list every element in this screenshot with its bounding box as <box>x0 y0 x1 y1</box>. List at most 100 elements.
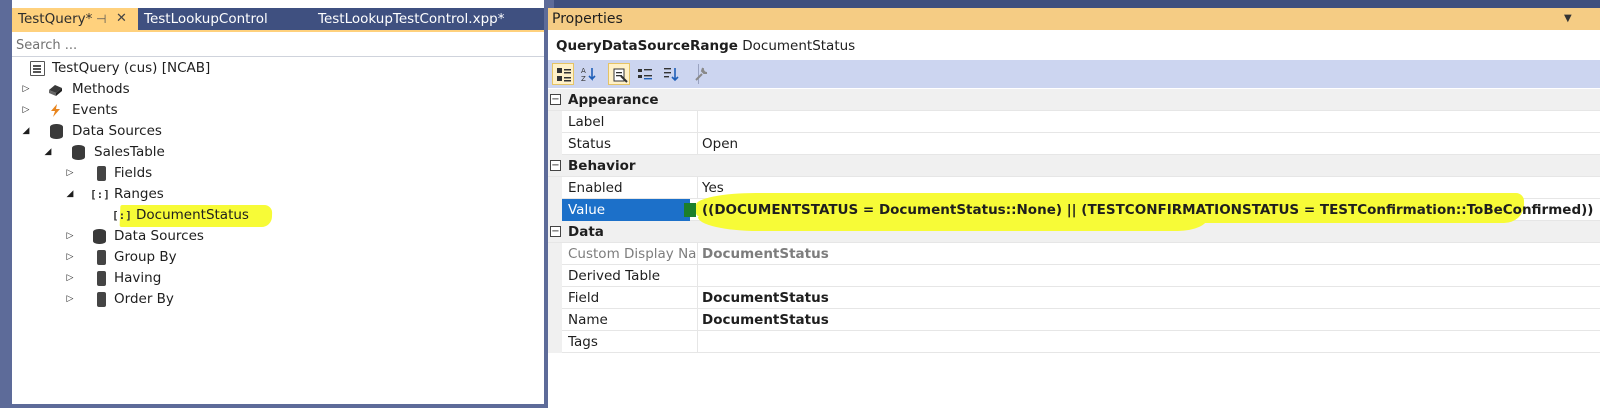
collapse-icon[interactable]: − <box>550 94 561 105</box>
expand-icon[interactable]: ▷ <box>64 268 76 289</box>
property-value[interactable]: DocumentStatus <box>702 287 829 309</box>
tree-item-having[interactable]: ▷ Having <box>12 268 544 289</box>
property-row-value[interactable]: Value ((DOCUMENTSTATUS = DocumentStatus:… <box>548 193 1600 231</box>
properties-icon <box>613 68 628 83</box>
alphabetical-button[interactable]: AZ <box>578 63 600 85</box>
categorized-icon <box>557 68 571 82</box>
expand-icon[interactable]: ▷ <box>20 79 32 100</box>
property-value[interactable]: DocumentStatus <box>702 243 829 265</box>
tree-item-methods[interactable]: ▷ Methods <box>12 79 544 100</box>
category-label: Behavior <box>568 158 636 174</box>
row-margin <box>548 177 562 199</box>
svg-text:A: A <box>581 67 586 75</box>
tree-item-order-by[interactable]: ▷ Order By <box>12 289 544 310</box>
column-divider <box>697 243 698 265</box>
database-icon <box>93 229 106 244</box>
property-row-custom-display-name[interactable]: Custom Display Name DocumentStatus <box>548 243 1600 265</box>
tree-item-label: DocumentStatus <box>136 207 249 223</box>
pin-icon[interactable]: ⊣ <box>96 8 106 30</box>
tree-item-label: Data Sources <box>114 228 204 244</box>
field-icon <box>97 250 106 265</box>
expand-icon[interactable]: ▷ <box>64 226 76 247</box>
tree-item-label: Events <box>72 102 118 118</box>
tab-testquery[interactable]: TestQuery* ⊣ ✕ <box>12 8 138 30</box>
row-margin <box>548 199 562 221</box>
tree-item-label: Order By <box>114 291 174 307</box>
category-behavior[interactable]: − Behavior <box>548 155 1600 177</box>
tree-item-ranges[interactable]: ◢ [:] Ranges <box>12 184 544 205</box>
close-icon[interactable]: ✕ <box>116 8 127 30</box>
wrench-icon <box>695 67 708 81</box>
tree-item-label: Group By <box>114 249 177 265</box>
sort-button[interactable] <box>660 63 682 85</box>
row-margin <box>548 287 562 309</box>
property-row-label[interactable]: Label <box>548 111 1600 133</box>
tree-item-documentstatus[interactable]: [:] DocumentStatus <box>12 205 544 226</box>
svg-text:Z: Z <box>581 75 586 82</box>
collapse-icon[interactable]: ◢ <box>20 121 32 142</box>
events-icon <box>638 69 652 80</box>
property-name: Status <box>568 136 612 152</box>
property-row-status[interactable]: Status Open <box>548 133 1600 155</box>
row-margin <box>548 133 562 155</box>
tree-item-salestable[interactable]: ◢ SalesTable <box>12 142 544 163</box>
properties-title-bar: Properties ▼ <box>548 8 1600 30</box>
database-icon <box>50 124 63 139</box>
tree-item-label: Data Sources <box>72 123 162 139</box>
properties-pane: Properties ▼ QueryDataSourceRange Docume… <box>548 8 1600 408</box>
column-divider <box>697 177 698 199</box>
property-row-name[interactable]: Name DocumentStatus <box>548 309 1600 331</box>
selected-object-header: QueryDataSourceRange DocumentStatus <box>556 36 855 56</box>
document-tab-strip: TestQuery* ⊣ ✕ TestLookupControl TestLoo… <box>12 8 544 30</box>
tree-item-group-by[interactable]: ▷ Group By <box>12 247 544 268</box>
tree-item-events[interactable]: ▷ Events <box>12 100 544 121</box>
wrench-button[interactable] <box>690 63 712 85</box>
search-input[interactable] <box>16 35 536 55</box>
categorized-button[interactable] <box>552 63 574 85</box>
property-name: Label <box>568 114 605 130</box>
tab-label: TestLookupTestControl.xpp* <box>318 11 505 27</box>
tab-testlookuptestcontrol[interactable]: TestLookupTestControl.xpp* <box>312 8 544 30</box>
column-divider <box>697 265 698 287</box>
collapse-icon[interactable]: − <box>550 160 561 171</box>
tree-item-label: TestQuery (cus) [NCAB] <box>52 60 211 76</box>
column-divider <box>697 287 698 309</box>
tree-item-data-sources[interactable]: ◢ Data Sources <box>12 121 544 142</box>
column-divider <box>697 133 698 155</box>
range-icon: [:] <box>90 188 110 201</box>
events-button[interactable] <box>634 63 656 85</box>
tree-item-root[interactable]: TestQuery (cus) [NCAB] <box>12 58 544 79</box>
property-name: Name <box>568 312 608 328</box>
expand-icon[interactable]: ▷ <box>64 289 76 310</box>
property-row-derived-table[interactable]: Derived Table <box>548 265 1600 287</box>
property-name: Custom Display Name <box>568 246 696 262</box>
methods-icon <box>48 82 63 97</box>
sort-icon <box>664 68 679 82</box>
dropdown-arrow-icon[interactable]: ▼ <box>1564 8 1572 30</box>
collapse-icon[interactable]: − <box>550 226 561 237</box>
tab-testlookupcontrol[interactable]: TestLookupControl <box>138 8 312 30</box>
property-value[interactable]: ((DOCUMENTSTATUS = DocumentStatus::None)… <box>702 199 1593 221</box>
properties-button[interactable] <box>608 63 630 85</box>
property-row-field[interactable]: Field DocumentStatus <box>548 287 1600 309</box>
expand-icon[interactable]: ▷ <box>20 100 32 121</box>
collapse-icon[interactable]: ◢ <box>64 184 76 205</box>
property-value[interactable]: DocumentStatus <box>702 309 829 331</box>
column-divider <box>697 309 698 331</box>
tree-item-fields[interactable]: ▷ Fields <box>12 163 544 184</box>
row-margin <box>548 265 562 287</box>
expand-icon[interactable]: ▷ <box>64 163 76 184</box>
field-icon <box>97 166 106 181</box>
field-icon <box>97 271 106 286</box>
pane-frame-bottom <box>0 404 548 408</box>
expand-icon[interactable]: ▷ <box>64 247 76 268</box>
tree-item-nested-data-sources[interactable]: ▷ Data Sources <box>12 226 544 247</box>
property-name: Enabled <box>568 180 623 196</box>
property-value[interactable]: Open <box>702 133 738 155</box>
category-appearance[interactable]: − Appearance <box>548 89 1600 111</box>
property-row-tags[interactable]: Tags <box>548 331 1600 353</box>
property-name: Field <box>568 290 600 306</box>
tree-item-label: Having <box>114 270 162 286</box>
tree-item-label: Methods <box>72 81 130 97</box>
collapse-icon[interactable]: ◢ <box>42 142 54 163</box>
